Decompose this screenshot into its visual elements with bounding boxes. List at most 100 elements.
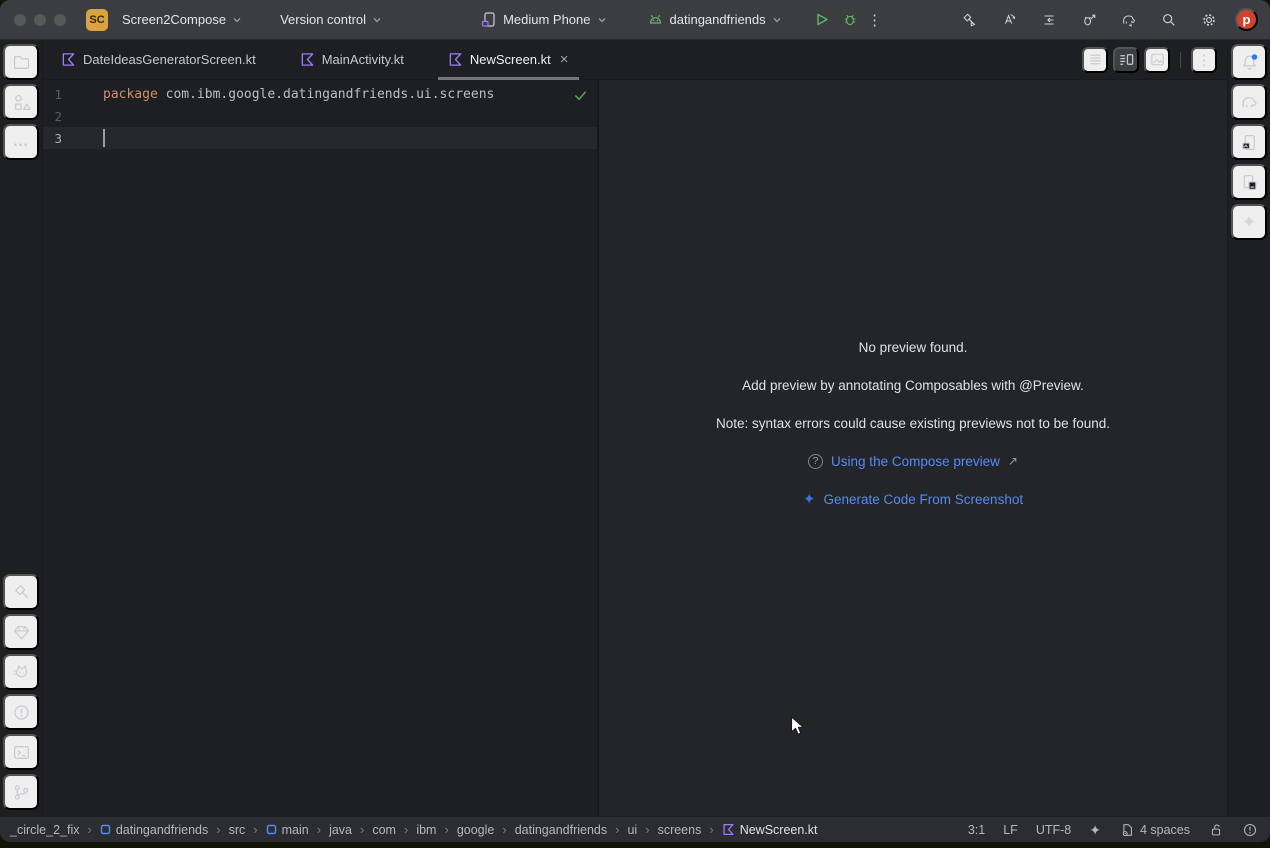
breadcrumb-separator: › (502, 822, 506, 837)
more-run-actions-button[interactable]: ⋮ (864, 11, 886, 29)
breadcrumb-item[interactable]: main (266, 823, 309, 837)
generate-code-from-screenshot-link[interactable]: ✦ Generate Code From Screenshot (803, 490, 1023, 508)
tab-dateideasgeneratorscreen[interactable]: DateIdeasGeneratorScreen.kt (49, 40, 268, 80)
tab-mainactivity[interactable]: MainActivity.kt (288, 40, 416, 80)
generate-link-label[interactable]: Generate Code From Screenshot (823, 492, 1023, 507)
problems-icon[interactable] (3, 694, 39, 730)
build-run-icon[interactable] (955, 6, 983, 34)
breadcrumb-item[interactable]: src (229, 823, 246, 837)
terminal-icon[interactable] (3, 734, 39, 770)
device-icon (480, 11, 497, 28)
tab-newscreen[interactable]: NewScreen.kt × (436, 40, 581, 80)
line-number[interactable]: 2 (43, 109, 62, 124)
breadcrumb-item[interactable]: datingandfriends (515, 823, 607, 837)
device-selector[interactable]: Medium Phone (474, 6, 612, 33)
version-control-menu[interactable]: Version control (274, 7, 388, 32)
toolbar-divider (1180, 52, 1181, 68)
run-button[interactable] (808, 6, 836, 34)
breadcrumb-item[interactable]: com (372, 823, 396, 837)
line-separator-widget[interactable]: LF (1003, 823, 1018, 837)
zoom-window-button[interactable] (54, 14, 66, 26)
search-icon[interactable] (1155, 6, 1183, 34)
preview-empty-hint-1: Add preview by annotating Composables wi… (742, 376, 1084, 394)
status-bar-widgets: 3:1 LF UTF-8 ✦ 4 spaces (968, 822, 1258, 838)
preview-empty-hint-2: Note: syntax errors could cause existing… (716, 414, 1110, 432)
breadcrumb-item-current-file[interactable]: NewScreen.kt (722, 823, 818, 837)
tab-label: MainActivity.kt (322, 52, 404, 67)
breadcrumb-separator: › (216, 822, 220, 837)
design-view-icon[interactable] (1144, 47, 1170, 73)
close-window-button[interactable] (14, 14, 26, 26)
package-path-token: com.ibm.google.datingandfriends.ui.scree… (158, 87, 495, 102)
tab-label: NewScreen.kt (470, 52, 551, 67)
breadcrumb-item[interactable]: ui (627, 823, 637, 837)
titlebar: SC Screen2Compose Version control Medium… (0, 0, 1270, 40)
breadcrumb-item[interactable]: datingandfriends (100, 823, 208, 837)
running-devices-icon[interactable] (1231, 124, 1267, 160)
compose-preview-docs-link[interactable]: ? Using the Compose preview ↗ (808, 452, 1018, 470)
build-hammer-icon[interactable] (3, 574, 39, 610)
breadcrumb: _circle_2_fix › datingandfriends › src ›… (10, 822, 818, 837)
more-editor-actions-icon[interactable]: ⋮ (1191, 47, 1217, 73)
indent-widget[interactable]: 4 spaces (1119, 822, 1190, 838)
project-folder-icon[interactable] (3, 44, 39, 80)
editor-column: DateIdeasGeneratorScreen.kt MainActivity… (43, 40, 1227, 816)
device-name: Medium Phone (503, 12, 590, 27)
user-avatar[interactable]: p (1235, 8, 1258, 31)
chevron-down-icon (772, 15, 782, 25)
breadcrumb-separator: › (404, 822, 408, 837)
git-branch-icon[interactable] (3, 774, 39, 810)
apply-code-changes-icon[interactable] (1035, 6, 1063, 34)
breadcrumb-separator: › (317, 822, 321, 837)
breadcrumb-item[interactable]: _circle_2_fix (10, 823, 79, 837)
gradle-elephant-icon[interactable] (1231, 84, 1267, 120)
external-link-icon: ↗ (1008, 454, 1018, 468)
minimize-window-button[interactable] (34, 14, 46, 26)
code-line: 2 (43, 105, 597, 127)
resource-manager-icon[interactable] (3, 84, 39, 120)
breadcrumb-item[interactable]: ibm (416, 823, 436, 837)
code-text (103, 129, 105, 147)
notifications-bell-icon[interactable] (1231, 44, 1267, 80)
logcat-cat-icon[interactable] (3, 654, 39, 690)
device-manager-icon[interactable] (1231, 164, 1267, 200)
close-tab-icon[interactable]: × (560, 52, 569, 67)
help-question-icon: ? (808, 454, 823, 469)
ai-status-sparkle-icon[interactable]: ✦ (1089, 823, 1101, 837)
code-editor[interactable]: 1 package com.ibm.google.datingandfriend… (43, 80, 597, 816)
chevron-down-icon (597, 15, 607, 25)
apply-changes-icon[interactable] (995, 6, 1023, 34)
project-selector[interactable]: Screen2Compose (116, 7, 248, 32)
run-configuration-selector[interactable]: datingandfriends (641, 6, 788, 33)
editor-split-content: 1 package com.ibm.google.datingandfriend… (43, 80, 1227, 816)
line-number[interactable]: 1 (43, 87, 62, 102)
breadcrumb-item[interactable]: screens (658, 823, 702, 837)
more-tool-windows-icon[interactable]: … (3, 124, 39, 160)
breadcrumb-item[interactable]: google (457, 823, 495, 837)
split-view-icon[interactable] (1113, 47, 1139, 73)
attach-debugger-icon[interactable] (1075, 6, 1103, 34)
gradle-sync-icon[interactable] (1115, 6, 1143, 34)
code-view-icon[interactable] (1082, 47, 1108, 73)
settings-gear-icon[interactable] (1195, 6, 1223, 34)
kotlin-file-icon (448, 52, 463, 67)
debug-button[interactable] (836, 6, 864, 34)
macos-traffic-lights (14, 14, 66, 26)
breadcrumb-item[interactable]: java (329, 823, 352, 837)
docs-link-label[interactable]: Using the Compose preview (831, 454, 1000, 469)
gemini-sparkle-icon[interactable]: ✦ (1231, 204, 1267, 240)
caret-position-widget[interactable]: 3:1 (968, 823, 985, 837)
inspections-ok-check-icon[interactable] (573, 88, 588, 103)
kotlin-file-icon (722, 823, 735, 836)
run-config-name: datingandfriends (670, 12, 766, 27)
lock-open-icon[interactable] (1208, 822, 1224, 838)
preview-empty-state: No preview found. Add preview by annotat… (599, 338, 1227, 528)
line-number[interactable]: 3 (43, 131, 62, 146)
version-control-label: Version control (280, 12, 366, 27)
problems-indicator-icon[interactable] (1242, 822, 1258, 838)
android-icon (647, 11, 664, 28)
gem-icon[interactable] (3, 614, 39, 650)
keyword-token: package (103, 87, 158, 102)
encoding-widget[interactable]: UTF-8 (1036, 823, 1071, 837)
breadcrumb-separator: › (645, 822, 649, 837)
